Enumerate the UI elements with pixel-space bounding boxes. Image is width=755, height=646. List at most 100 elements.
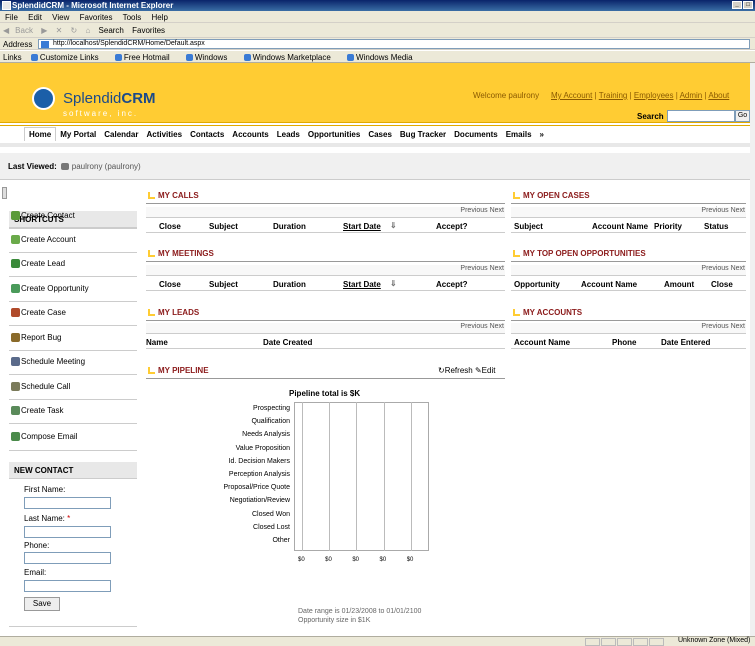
back-button[interactable]: Back [15, 26, 33, 35]
col-subject[interactable]: Subject [514, 222, 543, 231]
window-titlebar[interactable]: SplendidCRM - Microsoft Internet Explore… [0, 0, 755, 11]
edit-button[interactable]: Edit [482, 366, 496, 375]
last-viewed-item[interactable]: paulrony (paulrony) [72, 162, 141, 171]
refresh-button[interactable]: Refresh [445, 366, 473, 375]
col-close[interactable]: Close [159, 222, 181, 231]
col-subject[interactable]: Subject [209, 280, 238, 289]
last-name-input[interactable] [24, 526, 111, 538]
accounts-pager[interactable]: Previous Next [511, 323, 746, 334]
cases-pager[interactable]: Previous Next [511, 207, 746, 218]
col-account-name[interactable]: Account Name [514, 338, 570, 347]
tab-my-portal[interactable]: My Portal [56, 130, 100, 139]
opps-pager[interactable]: Previous Next [511, 265, 746, 276]
refresh-icon[interactable]: ↻ [438, 366, 445, 375]
menu-view[interactable]: View [52, 13, 69, 22]
search-input[interactable] [667, 110, 735, 122]
col-status[interactable]: Status [704, 222, 728, 231]
col-close[interactable]: Close [711, 280, 733, 289]
refresh-icon[interactable]: ↻ [71, 26, 78, 35]
link-my-account[interactable]: My Account [551, 91, 592, 100]
tab-leads[interactable]: Leads [273, 130, 304, 139]
tab-calendar[interactable]: Calendar [100, 130, 142, 139]
shortcut-report-bug[interactable]: Report Bug [9, 333, 137, 355]
shortcut-schedule-meeting[interactable]: Schedule Meeting [9, 357, 137, 379]
shortcut-create-opportunity[interactable]: Create Opportunity [9, 284, 137, 306]
shortcut-create-account[interactable]: Create Account [9, 235, 137, 257]
tab-contacts[interactable]: Contacts [186, 130, 228, 139]
tab-emails[interactable]: Emails [502, 130, 536, 139]
link-training[interactable]: Training [599, 91, 628, 100]
home-icon[interactable]: ⌂ [85, 26, 90, 35]
edit-icon[interactable]: ✎ [475, 366, 482, 375]
col-date-created[interactable]: Date Created [263, 338, 312, 347]
leads-pager[interactable]: Previous Next [146, 323, 505, 334]
col-name[interactable]: Name [146, 338, 168, 347]
tab-more[interactable]: » [536, 130, 548, 139]
meetings-pager[interactable]: Previous Next [146, 265, 505, 276]
col-close[interactable]: Close [159, 280, 181, 289]
tab-home[interactable]: Home [24, 127, 57, 141]
col-start-date[interactable]: Start Date [343, 280, 381, 289]
minimize-button[interactable]: _ [732, 1, 742, 9]
favorites-button[interactable]: Favorites [132, 26, 165, 35]
link-hotmail[interactable]: Free Hotmail [114, 53, 177, 62]
first-name-input[interactable] [24, 497, 111, 509]
menu-edit[interactable]: Edit [28, 13, 42, 22]
calls-pager[interactable]: Previous Next [146, 207, 505, 218]
collapse-sidebar-handle[interactable] [2, 187, 7, 199]
menu-bar: File Edit View Favorites Tools Help [0, 11, 755, 23]
shortcut-create-task[interactable]: Create Task [9, 406, 137, 428]
menu-file[interactable]: File [5, 13, 18, 22]
link-employees[interactable]: Employees [634, 91, 674, 100]
col-subject[interactable]: Subject [209, 222, 238, 231]
save-contact-button[interactable]: Save [24, 597, 60, 611]
logo-icon [32, 87, 55, 110]
tab-accounts[interactable]: Accounts [228, 130, 272, 139]
tab-documents[interactable]: Documents [450, 130, 502, 139]
search-go-button[interactable]: Go [735, 110, 750, 122]
link-media[interactable]: Windows Media [347, 53, 419, 62]
last-name-label: Last Name: * [24, 514, 71, 523]
tab-cases[interactable]: Cases [364, 130, 396, 139]
col-phone[interactable]: Phone [612, 338, 636, 347]
menu-favorites[interactable]: Favorites [80, 13, 113, 22]
shortcut-create-contact[interactable]: Create Contact [9, 211, 137, 233]
back-icon[interactable]: ◀ [3, 26, 9, 35]
shortcut-create-case[interactable]: Create Case [9, 308, 137, 330]
col-amount[interactable]: Amount [664, 280, 694, 289]
shortcut-create-lead[interactable]: Create Lead [9, 259, 137, 281]
vertical-scrollbar[interactable] [750, 63, 755, 636]
pipeline-chart[interactable] [294, 402, 429, 551]
menu-help[interactable]: Help [152, 13, 168, 22]
col-duration[interactable]: Duration [273, 222, 306, 231]
link-about[interactable]: About [708, 91, 729, 100]
col-start-date[interactable]: Start Date [343, 222, 381, 231]
my-open-cases-title: MY OPEN CASES [511, 189, 746, 204]
col-priority[interactable]: Priority [654, 222, 682, 231]
tab-activities[interactable]: Activities [142, 130, 186, 139]
search-button[interactable]: Search [99, 26, 124, 35]
maximize-button[interactable]: □ [743, 1, 753, 9]
stop-icon[interactable]: ✕ [56, 26, 63, 35]
link-windows[interactable]: Windows [185, 53, 234, 62]
shortcut-schedule-call[interactable]: Schedule Call [9, 382, 137, 404]
link-admin[interactable]: Admin [680, 91, 703, 100]
link-customize[interactable]: Customize Links [30, 53, 106, 62]
col-accept[interactable]: Accept? [436, 222, 468, 231]
phone-input[interactable] [24, 552, 111, 564]
link-marketplace[interactable]: Windows Marketplace [243, 53, 338, 62]
tab-opportunities[interactable]: Opportunities [304, 130, 364, 139]
col-opportunity[interactable]: Opportunity [514, 280, 560, 289]
col-date-entered[interactable]: Date Entered [661, 338, 710, 347]
col-account-name[interactable]: Account Name [592, 222, 648, 231]
col-accept[interactable]: Accept? [436, 280, 468, 289]
my-leads-title: MY LEADS [146, 306, 505, 321]
col-duration[interactable]: Duration [273, 280, 306, 289]
address-input[interactable]: http://localhost/SplendidCRM/Home/Defaul… [38, 39, 750, 49]
menu-tools[interactable]: Tools [123, 13, 142, 22]
tab-bug-tracker[interactable]: Bug Tracker [396, 130, 450, 139]
email-input[interactable] [24, 580, 111, 592]
col-account-name[interactable]: Account Name [581, 280, 637, 289]
browser-toolbar: ◀ Back ▶ ✕ ↻ ⌂ Search Favorites [0, 23, 755, 38]
forward-icon[interactable]: ▶ [41, 26, 47, 35]
